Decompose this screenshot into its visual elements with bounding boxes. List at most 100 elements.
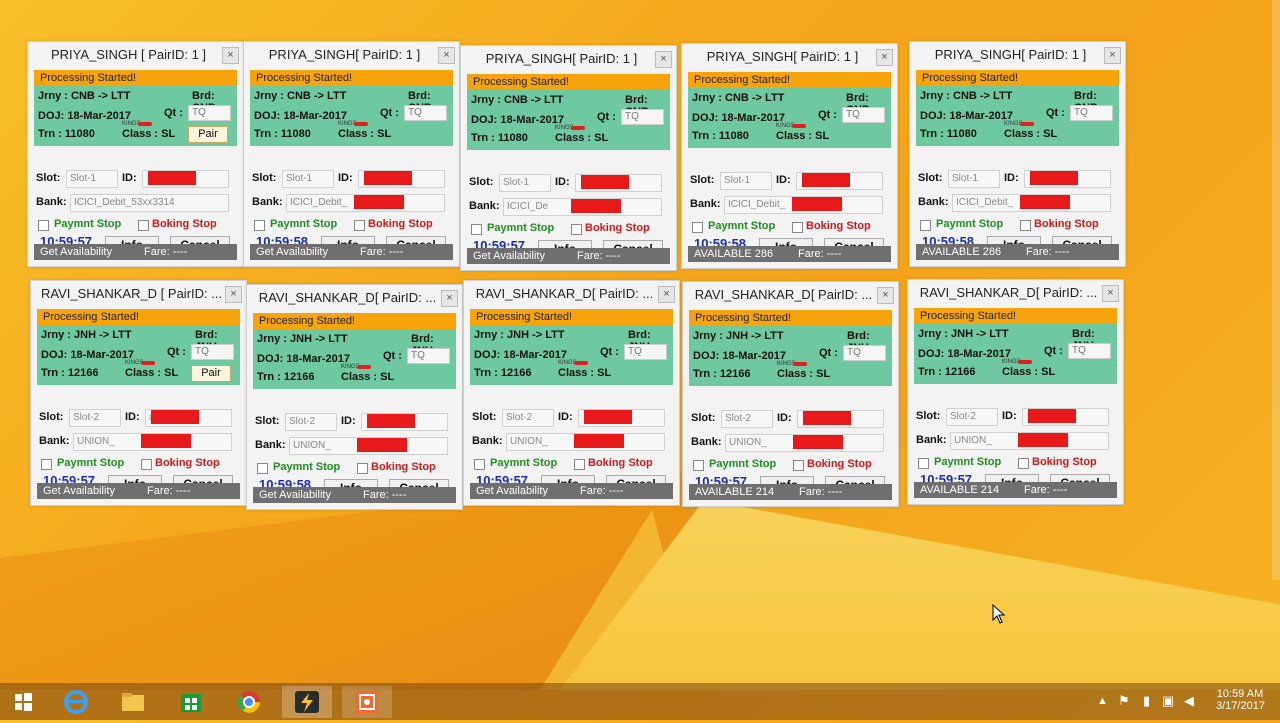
slot-select[interactable]: Slot-1 <box>66 170 118 188</box>
slot-select[interactable]: Slot-2 <box>946 408 998 426</box>
availability-status[interactable]: AVAILABLE 214 <box>695 484 774 500</box>
quota-select[interactable]: TQ <box>188 105 231 121</box>
window-titlebar[interactable]: PRIYA_SINGH[ PairID: 1 ] × <box>244 42 459 68</box>
redaction-mark <box>803 411 851 425</box>
availability-status[interactable]: Get Availability <box>476 483 548 499</box>
window-titlebar[interactable]: RAVI_SHANKAR_D[ PairID: ... × <box>247 285 462 311</box>
paymnt-stop-checkbox[interactable] <box>474 459 485 470</box>
availability-status[interactable]: Get Availability <box>256 244 328 260</box>
window-titlebar[interactable]: PRIYA_SINGH [ PairID: 1 ] × <box>28 42 243 68</box>
close-icon[interactable]: × <box>876 49 893 66</box>
slot-select[interactable]: Slot-1 <box>720 172 772 190</box>
paymnt-stop-checkbox[interactable] <box>41 459 52 470</box>
paymnt-stop-checkbox[interactable] <box>692 222 703 233</box>
paymnt-stop-label: Paymnt Stop <box>708 220 776 232</box>
boking-stop-label: Boking Stop <box>1032 456 1097 468</box>
window-title: RAVI_SHANKAR_D[ PairID: ... <box>694 287 873 302</box>
network-icon[interactable]: ▣ <box>1162 693 1174 709</box>
capture-app-icon[interactable] <box>342 686 392 718</box>
taskbar: ▲ ⚑ ▮ ▣ ◀ 10:59 AM 3/17/2017 <box>0 683 1280 720</box>
quota-select[interactable]: TQ <box>843 345 886 361</box>
pair-button[interactable]: Pair <box>188 126 228 143</box>
chevron-up-icon[interactable]: ▲ <box>1097 695 1108 707</box>
availability-status[interactable]: Get Availability <box>259 487 331 503</box>
slot-select[interactable]: Slot-2 <box>721 410 773 428</box>
window-titlebar[interactable]: PRIYA_SINGH[ PairID: 1 ] × <box>910 42 1125 68</box>
close-icon[interactable]: × <box>658 286 675 303</box>
quota-select[interactable]: TQ <box>404 105 447 121</box>
pair-button[interactable]: Pair <box>191 365 231 382</box>
boking-stop-checkbox[interactable] <box>357 463 368 474</box>
window-title: PRIYA_SINGH[ PairID: 1 ] <box>706 49 859 64</box>
availability-status[interactable]: Get Availability <box>473 248 545 264</box>
volume-icon[interactable]: ◀ <box>1184 693 1194 709</box>
chrome-icon[interactable] <box>230 686 268 718</box>
paymnt-stop-checkbox[interactable] <box>918 458 929 469</box>
close-icon[interactable]: × <box>222 47 239 64</box>
quota-select[interactable]: TQ <box>1070 105 1113 121</box>
lightning-app-icon[interactable] <box>282 686 332 718</box>
class-label: Class : SL <box>341 371 395 383</box>
paymnt-stop-checkbox[interactable] <box>257 463 268 474</box>
availability-status[interactable]: Get Availability <box>40 244 112 260</box>
quota-select[interactable]: TQ <box>1068 343 1111 359</box>
window-titlebar[interactable]: PRIYA_SINGH[ PairID: 1 ] × <box>461 46 676 72</box>
quota-select[interactable]: TQ <box>842 107 885 123</box>
slot-select[interactable]: Slot-2 <box>285 413 337 431</box>
paymnt-stop-checkbox[interactable] <box>471 224 482 235</box>
windows-start-icon[interactable] <box>4 686 42 718</box>
slot-select[interactable]: Slot-1 <box>282 170 334 188</box>
availability-status[interactable]: AVAILABLE 214 <box>920 482 999 498</box>
slot-select[interactable]: Slot-1 <box>499 174 551 192</box>
close-icon[interactable]: × <box>225 286 242 303</box>
close-icon[interactable]: × <box>877 287 894 304</box>
boking-stop-checkbox[interactable] <box>354 220 365 231</box>
boking-stop-checkbox[interactable] <box>1018 458 1029 469</box>
availability-status[interactable]: AVAILABLE 286 <box>922 244 1001 260</box>
boking-stop-checkbox[interactable] <box>138 220 149 231</box>
store-icon[interactable] <box>172 686 210 718</box>
quota-select[interactable]: TQ <box>407 348 450 364</box>
paymnt-stop-label: Paymnt Stop <box>57 457 125 469</box>
slot-select[interactable]: Slot-2 <box>502 409 554 427</box>
slot-select[interactable]: Slot-2 <box>69 409 121 427</box>
boking-stop-checkbox[interactable] <box>793 460 804 471</box>
redaction-mark <box>364 171 412 185</box>
close-icon[interactable]: × <box>1104 47 1121 64</box>
close-icon[interactable]: × <box>438 47 455 64</box>
slot-select[interactable]: Slot-1 <box>948 170 1000 188</box>
fare-label: Fare: ---- <box>1024 484 1068 496</box>
quota-select[interactable]: TQ <box>191 344 234 360</box>
paymnt-stop-checkbox[interactable] <box>38 220 49 231</box>
window-titlebar[interactable]: RAVI_SHANKAR_D[ PairID: ... × <box>464 281 679 307</box>
close-icon[interactable]: × <box>441 290 458 307</box>
availability-status[interactable]: Get Availability <box>43 483 115 499</box>
paymnt-stop-checkbox[interactable] <box>254 220 265 231</box>
window-titlebar[interactable]: RAVI_SHANKAR_D[ PairID: ... × <box>683 282 898 308</box>
id-label: ID: <box>555 176 570 188</box>
file-explorer-icon[interactable] <box>114 686 152 718</box>
quota-select[interactable]: TQ <box>621 109 664 125</box>
paymnt-stop-checkbox[interactable] <box>693 460 704 471</box>
availability-status[interactable]: AVAILABLE 286 <box>694 246 773 262</box>
window-titlebar[interactable]: PRIYA_SINGH[ PairID: 1 ] × <box>682 44 897 70</box>
processing-status: Processing Started! <box>914 308 1117 324</box>
close-icon[interactable]: × <box>1102 285 1119 302</box>
boking-stop-checkbox[interactable] <box>571 224 582 235</box>
bank-select[interactable]: ICICI_Debit_53xx3314 <box>70 194 229 212</box>
battery-icon[interactable]: ▮ <box>1143 693 1150 709</box>
window-titlebar[interactable]: RAVI_SHANKAR_D [ PairID: ... × <box>31 281 246 307</box>
flag-icon[interactable]: ⚑ <box>1118 693 1130 709</box>
window-titlebar[interactable]: RAVI_SHANKAR_D[ PairID: ... × <box>908 280 1123 306</box>
boking-stop-checkbox[interactable] <box>574 459 585 470</box>
quota-select[interactable]: TQ <box>624 344 667 360</box>
clock[interactable]: 10:59 AM 3/17/2017 <box>1216 688 1265 712</box>
train-label: Trn : 11080 <box>692 130 749 142</box>
boking-stop-checkbox[interactable] <box>792 222 803 233</box>
boking-stop-checkbox[interactable] <box>141 459 152 470</box>
boking-stop-checkbox[interactable] <box>1020 220 1031 231</box>
paymnt-stop-checkbox[interactable] <box>920 220 931 231</box>
internet-explorer-icon[interactable] <box>57 686 95 718</box>
close-icon[interactable]: × <box>655 51 672 68</box>
redaction-mark <box>1018 360 1032 364</box>
